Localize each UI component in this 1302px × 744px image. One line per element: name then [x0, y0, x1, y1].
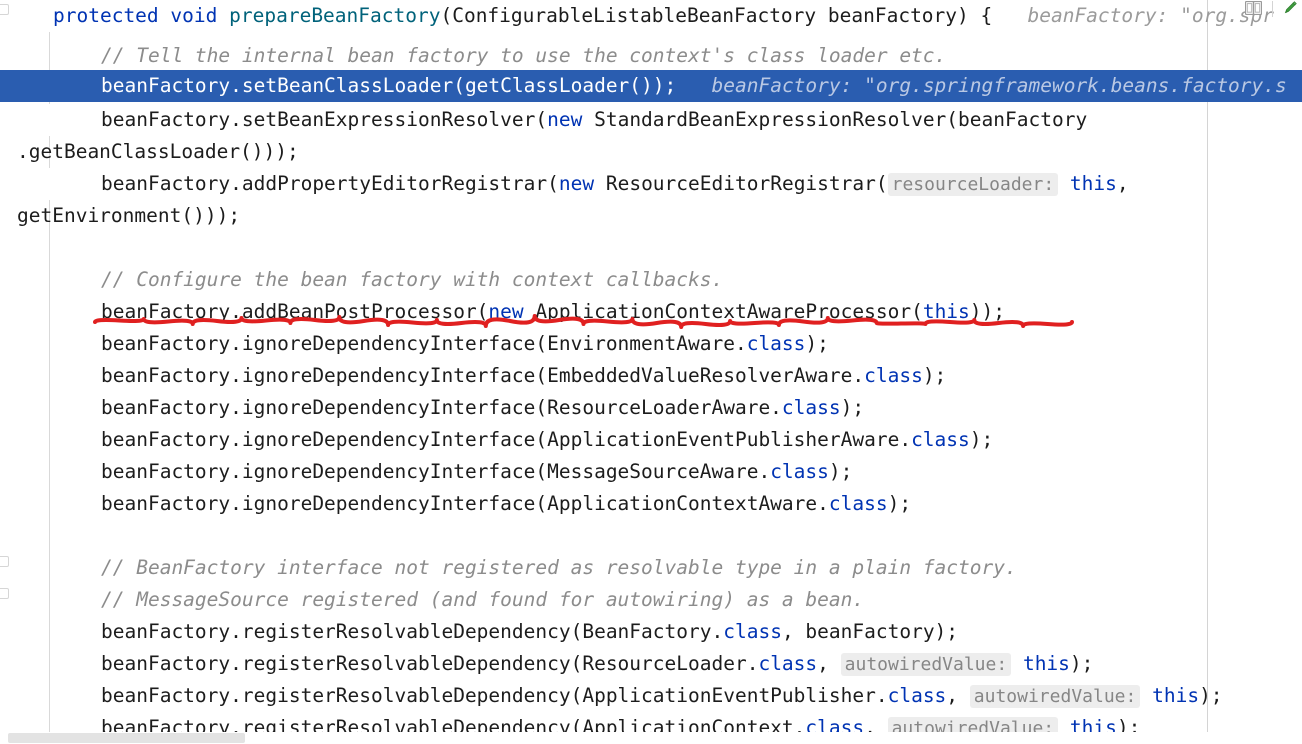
code-token: beanFactory.addPropertyEditorRegistrar(	[101, 172, 559, 195]
code-token: );	[922, 364, 947, 387]
code-token: class	[864, 364, 923, 387]
code-token: );	[805, 332, 829, 355]
code-token: this	[1069, 172, 1117, 195]
inline-parameter-hint[interactable]: autowiredValue:	[840, 653, 1012, 676]
code-token: class	[828, 492, 888, 515]
code-token: // Configure the bean factory with conte…	[101, 268, 724, 291]
code-token: );	[1069, 652, 1094, 675]
code-line-addBeanPostProcessor[interactable]: beanFactory.addBeanPostProcessor(new App…	[0, 296, 1302, 328]
code-line-ignore-ResourceLoaderAware[interactable]: beanFactory.ignoreDependencyInterface(Re…	[0, 392, 1302, 424]
code-line-ignore-ApplicationEventPublisherAware[interactable]: beanFactory.ignoreDependencyInterface(Ap…	[0, 424, 1302, 456]
code-token: beanFactory.ignoreDependencyInterface(Ap…	[101, 492, 829, 515]
code-token: // BeanFactory interface not registered …	[101, 556, 1017, 579]
code-line-register-ResourceLoader[interactable]: beanFactory.registerResolvableDependency…	[0, 648, 1302, 680]
code-line-setBeanExpressionResolver[interactable]: beanFactory.setBeanExpressionResolver(ne…	[0, 104, 1302, 136]
code-token: beanFactory.ignoreDependencyInterface(Re…	[101, 396, 782, 419]
code-token: ApplicationContextAwareProcessor(	[523, 300, 923, 323]
code-token: getEnvironment()));	[17, 204, 241, 227]
code-token: ));	[969, 300, 1006, 323]
code-line-setBeanExpressionResolver-wrap[interactable]: .getBeanClassLoader()));	[0, 136, 1302, 168]
code-token: StandardBeanExpressionResolver(beanFacto…	[582, 108, 1088, 131]
code-token: class	[758, 652, 818, 675]
code-line-signature[interactable]: protected void prepareBeanFactory(Config…	[0, 0, 1302, 32]
code-token: beanFactory.ignoreDependencyInterface(Em…	[101, 364, 865, 387]
code-line-ignore-EnvironmentAware[interactable]: beanFactory.ignoreDependencyInterface(En…	[0, 328, 1302, 360]
code-token: beanFactory.ignoreDependencyInterface(En…	[101, 332, 747, 355]
code-line-addPropertyEditorRegistrar[interactable]: beanFactory.addPropertyEditorRegistrar(n…	[0, 168, 1302, 200]
code-line-comment-messagesource-registered[interactable]: // MessageSource registered (and found f…	[0, 584, 1302, 616]
code-editor[interactable]: protected void prepareBeanFactory(Config…	[0, 0, 1302, 744]
green-pencil-icon[interactable]	[1283, 0, 1298, 19]
code-line-ignore-MessageSourceAware[interactable]: beanFactory.ignoreDependencyInterface(Me…	[0, 456, 1302, 488]
inline-debug-value-hint[interactable]: beanFactory: "org.spr	[1027, 4, 1274, 27]
code-token: new	[488, 300, 524, 323]
inline-parameter-hint[interactable]: autowiredValue:	[969, 685, 1141, 708]
code-token: protected	[53, 4, 159, 27]
code-token: void	[170, 4, 218, 27]
code-token: this	[1152, 684, 1200, 707]
code-line-comment-beanfactory-not-registered[interactable]: // BeanFactory interface not registered …	[0, 552, 1302, 584]
horizontal-scrollbar-track[interactable]	[0, 732, 1302, 744]
horizontal-scrollbar-thumb[interactable]	[8, 733, 245, 743]
code-line-register-ApplicationEventPublisher[interactable]: beanFactory.registerResolvableDependency…	[0, 680, 1302, 712]
code-token: ResourceEditorRegistrar(	[594, 172, 888, 195]
icon-divider	[1272, 1, 1273, 17]
code-token: beanFactory.setBeanExpressionResolver(	[101, 108, 548, 131]
code-token: (ConfigurableListableBeanFactory beanFac…	[440, 4, 993, 27]
code-token: );	[1199, 684, 1223, 707]
code-token: beanFactory.ignoreDependencyInterface(Me…	[101, 460, 771, 483]
code-token: beanFactory.ignoreDependencyInterface(Ap…	[101, 428, 912, 451]
code-token: class	[770, 460, 829, 483]
code-token: // Tell the internal bean factory to use…	[101, 44, 947, 67]
code-token: ,	[946, 684, 970, 707]
code-token: , beanFactory);	[781, 620, 959, 643]
code-token: this	[1022, 652, 1070, 675]
code-token: );	[969, 428, 994, 451]
code-line-ignore-ApplicationContextAware[interactable]: beanFactory.ignoreDependencyInterface(Ap…	[0, 488, 1302, 520]
code-token: beanFactory.registerResolvableDependency…	[101, 684, 888, 707]
code-line-comment-classloader[interactable]: // Tell the internal bean factory to use…	[0, 40, 1302, 72]
inline-debug-value-hint[interactable]: beanFactory: "org.springframework.beans.…	[712, 74, 1287, 97]
code-token: class	[911, 428, 970, 451]
code-token: beanFactory.addBeanPostProcessor(	[101, 300, 489, 323]
code-token: ,	[1116, 172, 1129, 195]
inline-parameter-hint[interactable]: resourceLoader:	[887, 173, 1059, 196]
code-token: // MessageSource registered (and found f…	[101, 588, 865, 611]
code-token: beanFactory.registerResolvableDependency…	[101, 652, 759, 675]
code-token: beanFactory.setBeanClassLoader(getClassL…	[101, 74, 677, 97]
open-book-icon[interactable]	[1244, 0, 1263, 19]
code-token: new	[547, 108, 583, 131]
code-token: .getBeanClassLoader()));	[17, 140, 299, 163]
code-token: ,	[817, 652, 841, 675]
code-token: );	[887, 492, 912, 515]
editor-top-right-icons[interactable]	[1244, 0, 1302, 19]
code-token: );	[828, 460, 853, 483]
code-token: class	[781, 396, 841, 419]
code-token: );	[840, 396, 865, 419]
code-token: class	[887, 684, 947, 707]
code-token: prepareBeanFactory	[229, 4, 441, 27]
code-token: class	[746, 332, 806, 355]
code-token: beanFactory.registerResolvableDependency…	[101, 620, 724, 643]
code-line-comment-callbacks[interactable]: // Configure the bean factory with conte…	[0, 264, 1302, 296]
code-token: class	[723, 620, 782, 643]
code-token: this	[922, 300, 970, 323]
code-line-addPropertyEditorRegistrar-wrap[interactable]: getEnvironment()));	[0, 200, 1302, 232]
code-line-setBeanClassLoader[interactable]: beanFactory.setBeanClassLoader(getClassL…	[0, 70, 1302, 102]
code-line-ignore-EmbeddedValueResolverAware[interactable]: beanFactory.ignoreDependencyInterface(Em…	[0, 360, 1302, 392]
code-token: new	[558, 172, 595, 195]
code-line-register-BeanFactory[interactable]: beanFactory.registerResolvableDependency…	[0, 616, 1302, 648]
